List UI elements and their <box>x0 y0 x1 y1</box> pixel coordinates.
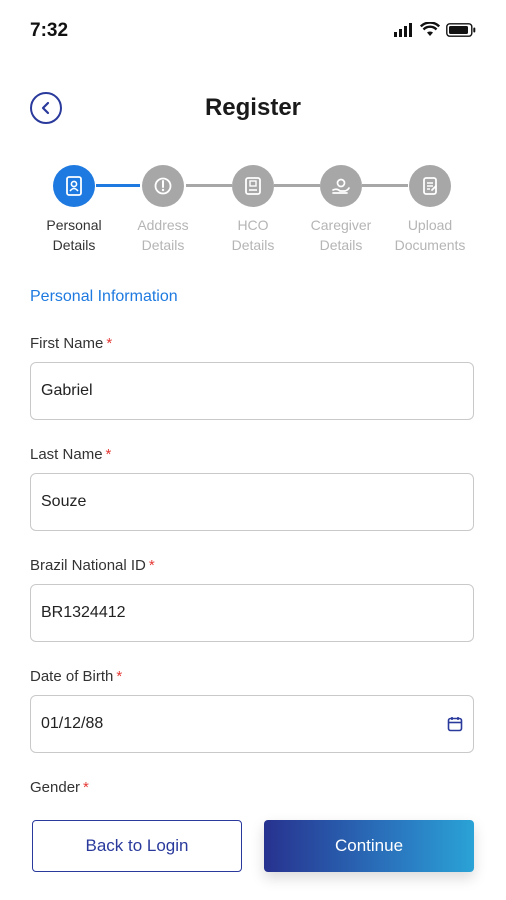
national-id-field[interactable]: BR1324412 <box>30 584 474 642</box>
step-label: Caregiver Details <box>310 217 372 253</box>
last-name-field[interactable]: Souze <box>30 473 474 531</box>
required-mark: * <box>106 335 113 352</box>
cellular-signal-icon <box>394 22 412 37</box>
map-pin-icon <box>142 165 184 207</box>
step-label: Address Details <box>137 217 189 253</box>
required-mark: * <box>83 779 89 796</box>
step-caregiver-details[interactable]: Caregiver Details <box>293 162 389 255</box>
wifi-icon <box>420 22 440 36</box>
section-title: Personal Information <box>30 288 178 305</box>
first-name-field[interactable]: Gabriel <box>30 362 474 420</box>
last-name-value: Souze <box>41 493 87 510</box>
status-time: 7:32 <box>30 20 69 41</box>
page-title: Register <box>204 94 302 121</box>
step-personal-details[interactable]: Personal Details <box>26 162 122 255</box>
required-mark: * <box>148 557 155 574</box>
first-name-label: First Name * <box>30 335 113 352</box>
back-to-login-button[interactable]: Back to Login <box>32 820 242 872</box>
required-mark: * <box>116 668 123 685</box>
national-id-value: BR1324412 <box>41 604 126 621</box>
calendar-icon[interactable] <box>447 716 463 732</box>
dob-value: 01/12/88 <box>41 715 104 732</box>
dob-field[interactable]: 01/12/88 <box>30 695 474 753</box>
step-label: HCO Details <box>231 217 275 253</box>
step-address-details[interactable]: Address Details <box>115 162 211 255</box>
required-mark: * <box>105 446 112 463</box>
building-icon <box>232 165 274 207</box>
first-name-value: Gabriel <box>41 382 93 399</box>
status-bar: 7:32 <box>0 0 506 60</box>
national-id-label: Brazil National ID * <box>30 557 155 574</box>
id-card-icon <box>53 165 95 207</box>
step-hco-details[interactable]: HCO Details <box>205 162 301 255</box>
status-icons <box>394 22 476 37</box>
step-label: Upload Documents <box>394 217 466 253</box>
battery-icon <box>446 22 476 37</box>
step-upload-documents[interactable]: Upload Documents <box>382 162 478 255</box>
bottom-action-bar: Back to Login Continue <box>0 800 506 900</box>
last-name-label: Last Name * <box>30 446 112 463</box>
registration-stepper: Personal Details Address Details HCO Det… <box>0 162 506 262</box>
gender-label: Gender * <box>30 779 89 796</box>
continue-button[interactable]: Continue <box>264 820 474 872</box>
step-label: Personal Details <box>46 217 102 253</box>
caregiver-icon <box>320 165 362 207</box>
dob-label: Date of Birth * <box>30 668 123 685</box>
document-icon <box>409 165 451 207</box>
